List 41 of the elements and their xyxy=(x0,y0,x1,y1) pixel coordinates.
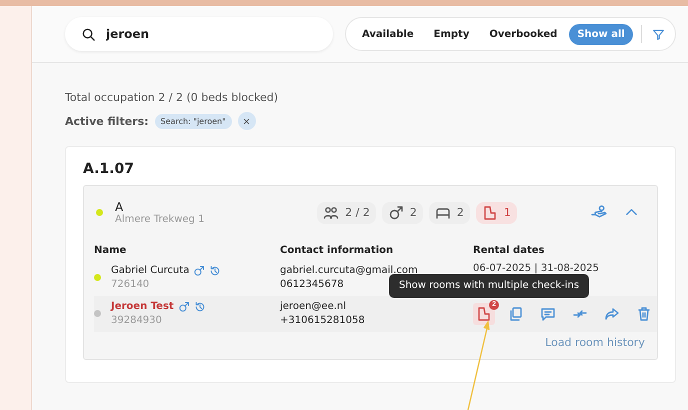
filter-icon xyxy=(652,28,665,40)
male-icon xyxy=(388,204,404,220)
filter-tab[interactable]: Empty xyxy=(426,24,478,44)
stat-badge: 2 xyxy=(382,202,423,224)
occupation-summary: Total occupation 2 / 2 (0 beds blocked) xyxy=(65,91,280,104)
history-icon xyxy=(209,265,222,277)
active-filters-label: Active filters: xyxy=(65,114,149,128)
stat-badge: 2 xyxy=(428,202,470,224)
phone-text: 0612345678 xyxy=(280,278,344,292)
stat-badge: 2 / 2 xyxy=(317,202,376,224)
tooltip: Show rooms with multiple check-ins xyxy=(389,274,590,298)
resident-name: Jeroen Test xyxy=(111,300,174,314)
resident-id: 726140 xyxy=(111,278,150,292)
resident-name: Gabriel Curcuta xyxy=(111,264,190,278)
filter-tab[interactable]: Overbooked xyxy=(481,24,566,44)
door-icon xyxy=(476,306,492,322)
filter-tab[interactable]: Available xyxy=(354,24,422,44)
trash-icon xyxy=(636,306,652,322)
column-header: Rental dates xyxy=(473,245,544,256)
stat-badge: 1 xyxy=(476,202,517,224)
filter-chip: Search: "jeroen" xyxy=(154,114,232,128)
resident-id: 39284930 xyxy=(111,314,163,328)
close-icon xyxy=(242,116,252,126)
unit-name: A xyxy=(115,200,124,214)
rental-dates: 06-07-2025 | 31-08-2025 xyxy=(473,262,599,276)
people-icon xyxy=(323,204,340,220)
male-icon xyxy=(178,301,190,313)
unit-address: Almere Trekweg 1 xyxy=(115,214,204,225)
message-icon xyxy=(540,306,556,322)
column-header: Name xyxy=(94,245,126,256)
search-icon xyxy=(81,26,96,42)
copy-icon xyxy=(508,306,524,322)
male-icon xyxy=(193,265,206,277)
clear-filters-button[interactable] xyxy=(238,112,256,130)
column-header: Contact information xyxy=(280,245,394,256)
email-text: jeroen@ee.nl xyxy=(280,300,346,314)
share-icon xyxy=(604,306,620,322)
history-icon xyxy=(194,301,206,313)
door-icon xyxy=(482,204,498,220)
room-title: A.1.07 xyxy=(83,161,135,177)
phone-text: +310615281058 xyxy=(280,314,365,328)
